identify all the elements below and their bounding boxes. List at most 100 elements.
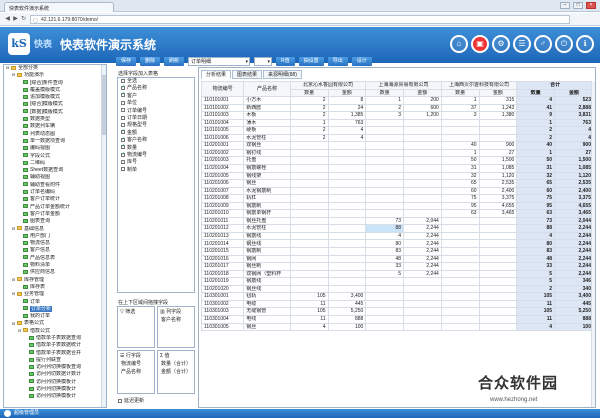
table-row[interactable]: 110201001 双钢丝 40 900 40 900 bbox=[200, 141, 594, 150]
cell-value[interactable]: 2 bbox=[516, 284, 556, 294]
table-row[interactable]: 110101001 小方木 2 8 1 200 1 315 4 523 bbox=[200, 96, 594, 105]
power-icon[interactable]: ⏻ bbox=[555, 35, 573, 53]
table-row[interactable]: 110201010 钢筋单钢杆 63 3,465 63 3,465 bbox=[200, 209, 594, 218]
sidebar-item[interactable]: ⊟ 业务管理 bbox=[4, 291, 106, 298]
cell-value[interactable]: 33 bbox=[516, 262, 556, 271]
cell-value[interactable]: 5 bbox=[516, 277, 556, 286]
cell-value[interactable] bbox=[365, 126, 405, 135]
cell-value[interactable]: 2,244 bbox=[554, 269, 594, 279]
cell-value[interactable] bbox=[289, 231, 329, 241]
cell-value[interactable] bbox=[478, 133, 518, 143]
cell-value[interactable] bbox=[478, 307, 518, 316]
field-item[interactable]: 库号 bbox=[118, 159, 194, 166]
cell-name[interactable]: 轨杠 bbox=[243, 194, 291, 203]
sidebar-item[interactable]: 产品信息表 bbox=[4, 255, 106, 262]
report-scrollbar[interactable] bbox=[591, 81, 595, 407]
header-code[interactable]: 物流编号 bbox=[200, 80, 245, 98]
cell-value[interactable]: 48 bbox=[516, 254, 556, 264]
cell-value[interactable] bbox=[327, 284, 367, 294]
cell-value[interactable]: 2 bbox=[289, 126, 329, 135]
table-row[interactable]: 110201018 双钢网（塑料杯 5 2,244 5 2,244 bbox=[200, 269, 594, 279]
sidebar-item[interactable]: 我的订单 bbox=[4, 313, 106, 320]
cell-value[interactable] bbox=[440, 284, 480, 294]
sidebar-item[interactable]: 库存表 bbox=[4, 284, 106, 291]
cell-value[interactable] bbox=[289, 284, 329, 294]
cell-value[interactable] bbox=[365, 307, 405, 316]
cell-name[interactable]: 托盘 bbox=[243, 156, 291, 165]
cell-value[interactable] bbox=[327, 186, 367, 196]
cell-value[interactable]: 600 bbox=[403, 103, 442, 113]
cell-value[interactable]: 4 bbox=[554, 126, 594, 135]
axis-settings-button[interactable]: 抽设置 bbox=[298, 56, 324, 66]
table-row[interactable]: 110101003 木板 2 1,385 3 1,200 3 1,380 9 3,831 bbox=[200, 111, 594, 120]
filter-zone[interactable]: ▽ 筛选 bbox=[117, 306, 155, 348]
cell-value[interactable] bbox=[289, 269, 329, 279]
sidebar-item[interactable]: 提行列联查 bbox=[4, 357, 106, 364]
sidebar-item[interactable]: 图表查询 bbox=[4, 218, 106, 225]
cell-value[interactable] bbox=[440, 126, 480, 135]
table-row[interactable]: 110201011 钢丝托盘 73 2,044 73 2,044 bbox=[200, 216, 594, 226]
cell-value[interactable] bbox=[403, 156, 442, 165]
cell-value[interactable]: 888 bbox=[554, 314, 594, 324]
cell-value[interactable]: 4 bbox=[516, 231, 556, 241]
cell-value[interactable]: 8 bbox=[327, 96, 367, 105]
cell-value[interactable]: 32 bbox=[516, 171, 556, 181]
cell-value[interactable] bbox=[478, 216, 518, 226]
cell-value[interactable]: 11 bbox=[516, 314, 556, 324]
cell-code[interactable]: 110101004 bbox=[200, 118, 245, 128]
cell-value[interactable] bbox=[478, 224, 518, 233]
cell-code[interactable]: 110201008 bbox=[200, 194, 245, 203]
cell-value[interactable] bbox=[478, 231, 518, 241]
maximize-button[interactable]: □ bbox=[573, 2, 583, 9]
cell-code[interactable]: 110101006 bbox=[200, 133, 245, 143]
r-value-button[interactable]: R值 bbox=[276, 56, 295, 66]
field-item[interactable]: 单位 bbox=[118, 100, 194, 107]
cell-value[interactable]: 31 bbox=[516, 164, 556, 173]
sidebar-item[interactable]: 访问列切换模板计 bbox=[4, 379, 106, 386]
tab-analysis-result[interactable]: 分析结果 bbox=[201, 70, 232, 79]
cell-name[interactable]: 钢丝线 bbox=[243, 284, 291, 294]
sidebar-item[interactable]: [综合]模版模式 bbox=[4, 101, 106, 108]
cell-name[interactable]: 钢筋线 bbox=[243, 231, 291, 241]
table-row[interactable]: 110101004 薄木 1 763 1 763 bbox=[200, 118, 594, 128]
field-checkbox[interactable] bbox=[121, 100, 125, 105]
cell-value[interactable]: 2,888 bbox=[554, 103, 594, 113]
cell-value[interactable]: 1,085 bbox=[478, 164, 518, 173]
cell-value[interactable]: 315 bbox=[478, 96, 518, 105]
cell-value[interactable]: 100 bbox=[554, 322, 594, 332]
cell-name[interactable]: 钢丝线 bbox=[243, 239, 291, 249]
cell-value[interactable] bbox=[289, 247, 329, 256]
sidebar-item[interactable]: 客户订单金额 bbox=[4, 211, 106, 218]
cell-value[interactable]: 2,244 bbox=[554, 254, 594, 264]
cell-value[interactable] bbox=[327, 148, 367, 158]
cell-value[interactable] bbox=[327, 262, 367, 271]
collapse-toggle-icon[interactable]: ⊟ bbox=[17, 328, 22, 333]
cell-name[interactable]: 新西欧 bbox=[243, 103, 291, 113]
cell-value[interactable]: 1,120 bbox=[554, 171, 594, 181]
cell-value[interactable] bbox=[403, 171, 442, 181]
cell-value[interactable] bbox=[403, 118, 442, 128]
cell-value[interactable]: 1,085 bbox=[554, 164, 594, 173]
field-item[interactable]: 数量 bbox=[118, 143, 194, 152]
cell-name[interactable]: 电线 bbox=[243, 314, 291, 324]
cell-value[interactable]: 5,250 bbox=[327, 307, 367, 316]
cell-value[interactable]: 763 bbox=[327, 118, 367, 128]
sidebar-item[interactable]: 追加模版模式 bbox=[4, 94, 106, 101]
table-row[interactable]: 110201005 钢线架 32 1,120 32 1,120 bbox=[200, 171, 594, 181]
cell-value[interactable]: 4 bbox=[365, 231, 405, 241]
sidebar-item[interactable]: 客户订单统计 bbox=[4, 196, 106, 203]
cell-value[interactable]: 1,120 bbox=[478, 171, 518, 181]
cell-value[interactable] bbox=[403, 126, 442, 135]
cell-code[interactable]: 110201014 bbox=[200, 239, 245, 249]
close-button[interactable]: × bbox=[586, 2, 596, 9]
cell-value[interactable]: 4,655 bbox=[478, 201, 518, 211]
field-checkbox[interactable] bbox=[121, 143, 125, 151]
sidebar-item[interactable]: 用户部门 bbox=[4, 233, 106, 240]
cell-value[interactable]: 2,244 bbox=[403, 269, 442, 279]
defer-update[interactable]: 延迟更新 bbox=[118, 397, 144, 404]
cell-value[interactable] bbox=[365, 156, 405, 165]
cell-value[interactable]: 75 bbox=[440, 194, 480, 203]
cell-value[interactable] bbox=[365, 209, 405, 218]
cell-value[interactable] bbox=[327, 277, 367, 286]
cell-value[interactable] bbox=[365, 277, 405, 286]
